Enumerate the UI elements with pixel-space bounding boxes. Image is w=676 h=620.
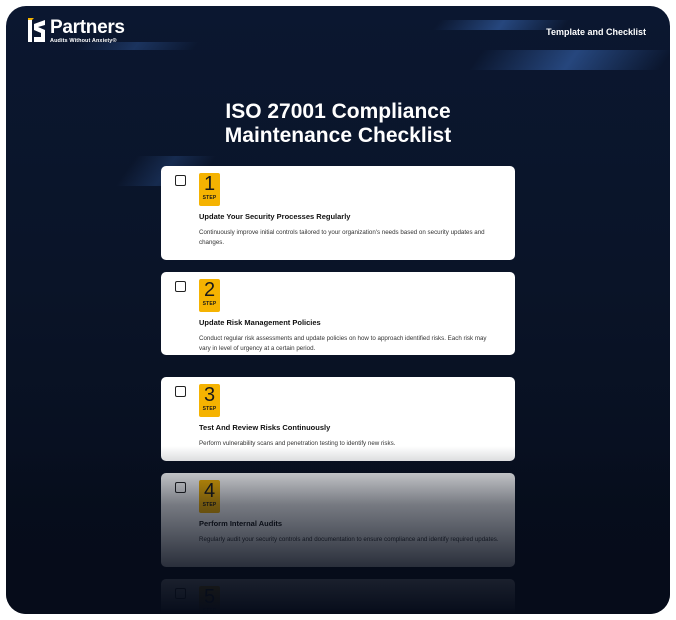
step-label: STEP: [202, 195, 217, 201]
step-number: 2: [203, 279, 216, 301]
logo-tagline: Audits Without Anxiety®: [50, 38, 117, 44]
step-description: Continuously improve initial controls ta…: [199, 229, 485, 246]
step-badge: 2 STEP: [199, 279, 220, 312]
step-badge: 1 STEP: [199, 173, 220, 206]
step-description: Regularly audit your security controls a…: [199, 536, 499, 543]
brand-logo[interactable]: Partners Audits Without Anxiety®: [28, 18, 125, 45]
checklist-card: 4 STEP Perform Internal Audits Regularly…: [161, 473, 515, 567]
step-number: 5: [203, 586, 216, 608]
page-frame: Partners Audits Without Anxiety® Templat…: [6, 6, 670, 614]
page-title: ISO 27001 Compliance Maintenance Checkli…: [6, 100, 670, 148]
step-description: Conduct regular risk assessments and upd…: [199, 335, 487, 352]
page-title-line-2: Maintenance Checklist: [224, 124, 452, 147]
step-label: STEP: [202, 406, 217, 412]
checklist-card: 2 STEP Update Risk Management Policies C…: [161, 272, 515, 355]
nav-link-template-checklist[interactable]: Template and Checklist: [546, 27, 646, 37]
step-description: Perform vulnerability scans and penetrat…: [199, 440, 396, 447]
step-number: 1: [203, 173, 216, 195]
step-title: Test And Review Risks Continuously: [199, 423, 331, 432]
page-title-line-1: ISO 27001 Compliance: [225, 100, 451, 123]
step-title: Update Risk Management Policies: [199, 318, 321, 327]
step-badge: 5 STEP: [199, 586, 220, 614]
step-title: Update Your Security Processes Regularly: [199, 212, 351, 221]
step-badge: 3 STEP: [199, 384, 220, 417]
step-number: 4: [203, 480, 216, 502]
step-badge: 4 STEP: [199, 480, 220, 513]
top-bar: Partners Audits Without Anxiety® Templat…: [6, 6, 670, 66]
step-label: STEP: [202, 608, 217, 614]
step-checkbox[interactable]: [175, 588, 186, 599]
logo-mark-icon: [28, 18, 46, 44]
step-number: 3: [203, 384, 216, 406]
logo-name: Partners: [50, 17, 125, 38]
checklist-card: 5 STEP: [161, 579, 515, 614]
step-checkbox[interactable]: [175, 281, 186, 292]
checklist-card: 1 STEP Update Your Security Processes Re…: [161, 166, 515, 260]
step-label: STEP: [202, 301, 217, 307]
step-checkbox[interactable]: [175, 175, 186, 186]
checklist-card: 3 STEP Test And Review Risks Continuousl…: [161, 377, 515, 461]
step-checkbox[interactable]: [175, 482, 186, 493]
step-checkbox[interactable]: [175, 386, 186, 397]
step-title: Perform Internal Audits: [199, 519, 283, 528]
step-label: STEP: [202, 502, 217, 508]
